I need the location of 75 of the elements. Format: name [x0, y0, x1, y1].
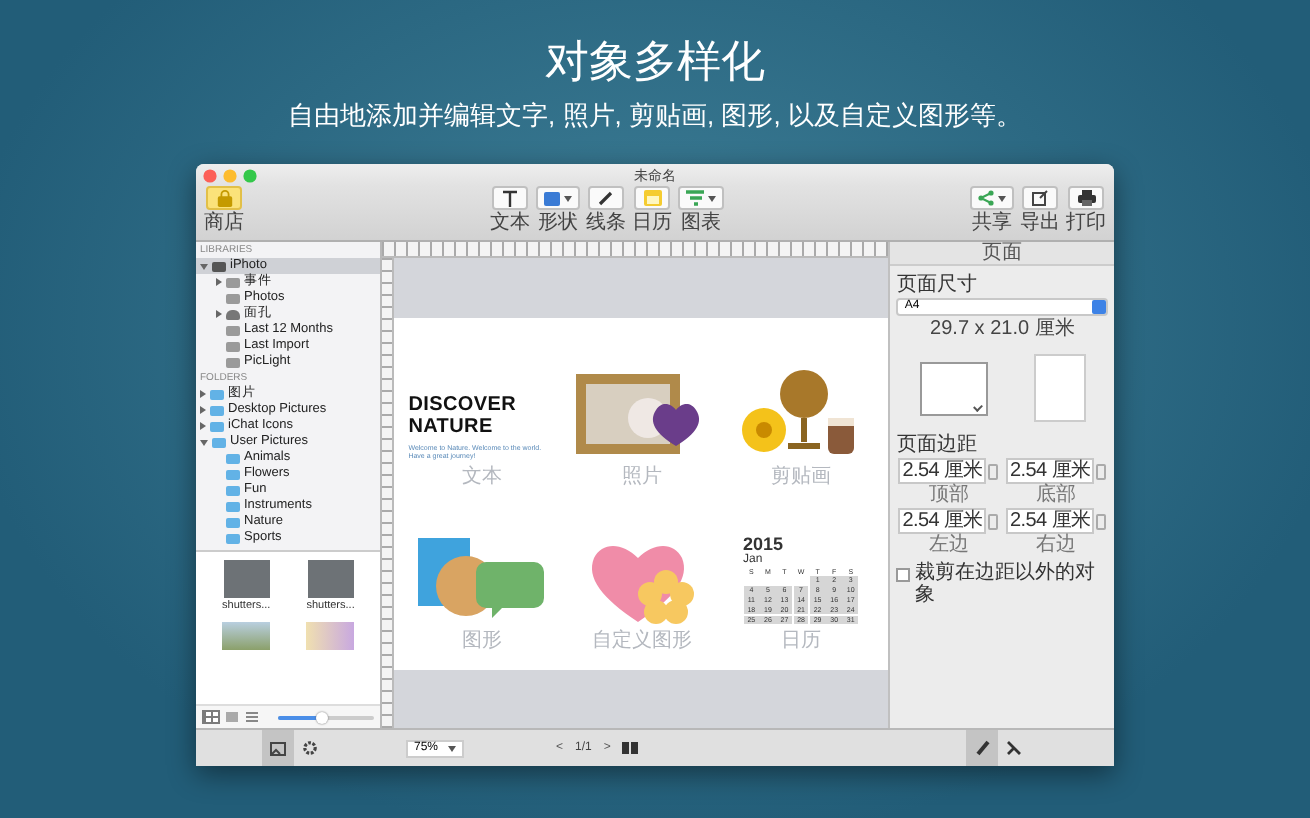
heading-text: DISCOVER [408, 393, 519, 415]
stepper-icon [1092, 300, 1106, 314]
book-icon[interactable] [622, 742, 639, 754]
caret-icon [708, 195, 716, 201]
list-icon [245, 712, 257, 722]
item-caption: 剪贴画 [771, 465, 832, 489]
brush-button[interactable] [966, 730, 998, 766]
printer-icon [1077, 190, 1095, 206]
photo-placeholder[interactable] [223, 560, 270, 598]
page-dimensions: 29.7 x 21.0 厘米 [928, 318, 1077, 342]
list-view-button[interactable] [242, 710, 260, 724]
checkbox-label: 裁剪在边距以外的对象 [914, 562, 1097, 606]
tools-icon [1006, 740, 1022, 756]
heading-text: NATURE [408, 415, 495, 437]
stepper-icon[interactable] [1096, 463, 1107, 479]
margin-field[interactable]: 2.54 厘米 [1006, 508, 1095, 534]
stepper-icon[interactable] [988, 513, 999, 529]
stepper-icon[interactable] [988, 463, 999, 479]
pen-icon [598, 190, 614, 206]
toolbar-label: 线条 [586, 212, 626, 236]
toolbar-label: 商店 [204, 212, 244, 236]
checkbox[interactable] [896, 568, 911, 582]
toolbar-button[interactable] [588, 186, 624, 210]
store-button[interactable] [206, 186, 242, 210]
toolbar-label: 导出 [1020, 212, 1060, 236]
grid-view-button[interactable] [202, 710, 220, 724]
margin-field[interactable]: 2.54 厘米 [1006, 458, 1095, 484]
item-caption: 文本 [462, 465, 503, 489]
item-caption: 自定义图形 [591, 629, 692, 653]
photo-placeholder[interactable] [222, 622, 271, 650]
section-label: 页面尺寸 [896, 274, 979, 298]
caret-icon [564, 195, 572, 201]
toolbar-button[interactable] [1068, 186, 1104, 210]
toolbar-label: 打印 [1066, 212, 1106, 236]
calendar-icon [643, 190, 661, 206]
brush-icon [975, 740, 989, 756]
photo-placeholder[interactable] [307, 560, 354, 598]
toolbar-label: 形状 [538, 212, 578, 236]
settings-icon [301, 740, 317, 756]
caret-icon [998, 195, 1006, 201]
headline: 对象多样化 [545, 36, 765, 88]
toolbar-label: 日历 [632, 212, 672, 236]
square-icon [225, 712, 237, 722]
margin-label: 底部 [1036, 484, 1077, 506]
margin-field[interactable]: 2.54 厘米 [898, 458, 987, 484]
toolbar-label: 图表 [681, 212, 721, 236]
grid-icon [205, 712, 217, 722]
landscape-page-option[interactable] [919, 361, 988, 415]
margin-field[interactable]: 2.54 厘米 [898, 508, 987, 534]
calendar-year: 2015 [743, 533, 786, 554]
stepper-icon[interactable] [1096, 513, 1107, 529]
share-icon [978, 190, 994, 206]
margin-label: 顶部 [928, 484, 969, 506]
page-tab[interactable]: 页面 [890, 242, 1114, 266]
square-icon [544, 191, 560, 205]
caret-icon [448, 745, 457, 751]
text-icon [502, 189, 518, 207]
toolbar-button[interactable] [1022, 186, 1058, 210]
subheadline: 自由地添加并编辑文字, 照片, 剪贴画, 图形, 以及自定义图形等。 [288, 100, 1022, 132]
toolbar-label: 文本 [490, 212, 530, 236]
item-caption: 照片 [621, 465, 662, 489]
picture-icon [269, 741, 285, 755]
slider-thumb[interactable] [315, 711, 328, 723]
check-icon [972, 401, 983, 411]
export-icon [1032, 190, 1048, 206]
toolbar-button[interactable] [492, 186, 528, 210]
single-view-button[interactable] [222, 710, 240, 724]
item-caption: 图形 [462, 629, 503, 653]
section-label: 页面边距 [896, 434, 979, 458]
item-caption: 日历 [781, 629, 822, 653]
window-controls-icon[interactable] [202, 167, 262, 183]
margin-label: 右边 [1036, 534, 1077, 556]
toolbar-label: 共享 [972, 212, 1012, 236]
margin-label: 左边 [928, 534, 969, 556]
photo-library-button[interactable] [261, 730, 293, 766]
